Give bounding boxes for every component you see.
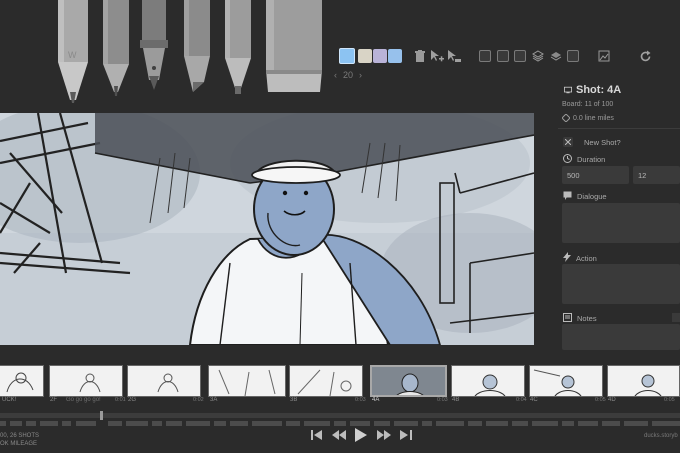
line-miles: 0.0 line miles bbox=[562, 114, 614, 122]
project-name: ducks.storyb bbox=[644, 433, 678, 439]
dialogue-label-text: Dialogue bbox=[577, 192, 607, 201]
select-add-icon[interactable] bbox=[430, 49, 444, 63]
duration-label-text: Duration bbox=[577, 155, 606, 164]
brush-size-value: 20 bbox=[343, 70, 354, 80]
dialogue-label: Dialogue bbox=[563, 191, 607, 202]
drawing-canvas[interactable] bbox=[0, 113, 534, 345]
color-swatch-1[interactable] bbox=[339, 48, 355, 64]
clock-icon bbox=[563, 154, 572, 165]
board-thumbnail[interactable] bbox=[607, 365, 680, 397]
layers-icon[interactable] bbox=[531, 49, 545, 63]
thumb-time: 0:01 bbox=[115, 397, 126, 403]
skip-to-end-icon[interactable] bbox=[398, 428, 414, 442]
shot-title: Shot: 4A bbox=[564, 84, 621, 96]
notes-label: Notes bbox=[563, 313, 597, 324]
notes-textarea[interactable] bbox=[562, 324, 680, 350]
thumb-label: 3B bbox=[290, 397, 298, 403]
notes-icon bbox=[563, 313, 572, 324]
project-mileage: OK MILEAGE bbox=[0, 441, 38, 447]
diamond-icon bbox=[562, 114, 570, 122]
color-swatch-3[interactable] bbox=[373, 49, 387, 63]
thumb-label: 4B bbox=[452, 397, 460, 403]
duration-label: Duration bbox=[563, 154, 605, 165]
skip-to-start-icon[interactable] bbox=[309, 428, 325, 442]
select-remove-icon[interactable] bbox=[447, 49, 461, 63]
size-decrease-button[interactable]: ‹ bbox=[334, 70, 337, 80]
lightning-icon bbox=[563, 252, 571, 264]
notes-label-text: Notes bbox=[577, 314, 597, 323]
layer-toggle-2[interactable] bbox=[497, 50, 509, 62]
thumb-time: 0:03 bbox=[355, 397, 366, 403]
play-icon[interactable] bbox=[353, 428, 369, 442]
layer-toggle-1[interactable] bbox=[479, 50, 491, 62]
thumb-label: 3A bbox=[210, 397, 218, 403]
thumb-caption: Go go go go! bbox=[66, 397, 101, 403]
light-pencil-tool[interactable]: W bbox=[56, 0, 90, 106]
thumb-time: 0:02 bbox=[193, 397, 204, 403]
playhead[interactable] bbox=[100, 411, 103, 420]
color-swatch-2[interactable] bbox=[358, 49, 372, 63]
monitor-icon bbox=[564, 86, 572, 94]
thumb-label: 4C bbox=[530, 397, 538, 403]
thumb-time: 0:05 bbox=[664, 397, 675, 403]
thumb-label: 2G bbox=[128, 397, 137, 403]
line-miles-text: 0.0 line miles bbox=[573, 114, 614, 122]
brush-size-control[interactable]: ‹ 20 › bbox=[334, 70, 362, 80]
tone-pencil-tool[interactable] bbox=[223, 0, 253, 98]
thumb-label: 2F bbox=[50, 397, 58, 403]
storyboard-drawing bbox=[0, 113, 534, 345]
pen-tool[interactable] bbox=[139, 0, 169, 92]
close-icon[interactable] bbox=[563, 137, 573, 147]
speech-bubble-icon bbox=[563, 191, 572, 202]
board-thumbnail-selected[interactable] bbox=[370, 365, 447, 397]
color-swatch-4[interactable] bbox=[388, 49, 402, 63]
thumb-time: 0:04 bbox=[516, 397, 527, 403]
thumb-time: 0:03 bbox=[437, 397, 448, 403]
thumb-label-selected: 4A bbox=[372, 397, 380, 403]
board-counter: Board: 11 of 100 bbox=[562, 101, 614, 108]
thumb-label: 4D bbox=[608, 397, 616, 403]
thumb-time: 0:05 bbox=[595, 397, 606, 403]
duration-ms-input[interactable]: 500 bbox=[562, 166, 629, 184]
duration-frames-input[interactable]: 12 bbox=[633, 166, 680, 184]
action-textarea[interactable] bbox=[562, 264, 680, 304]
board-thumbnail[interactable] bbox=[289, 365, 363, 397]
eraser-tool[interactable] bbox=[264, 0, 324, 96]
board-thumbnail[interactable] bbox=[49, 365, 123, 397]
pencil-tool[interactable] bbox=[101, 0, 131, 98]
new-shot-toggle[interactable]: New Shot? bbox=[563, 137, 621, 147]
brush-tool[interactable] bbox=[179, 0, 215, 94]
layer-toggle-3[interactable] bbox=[514, 50, 526, 62]
size-increase-button[interactable]: › bbox=[359, 70, 362, 80]
shot-title-text: Shot: 4A bbox=[576, 84, 622, 96]
dialogue-textarea[interactable] bbox=[562, 203, 680, 243]
board-thumbnail[interactable] bbox=[208, 365, 286, 397]
thumb-label: UCK! bbox=[2, 397, 17, 403]
action-label-text: Action bbox=[576, 253, 597, 263]
board-thumbnail[interactable] bbox=[529, 365, 603, 397]
board-thumbnail[interactable] bbox=[0, 365, 44, 397]
svg-text:W: W bbox=[68, 50, 77, 60]
new-shot-label: New Shot? bbox=[584, 137, 621, 147]
action-label: Action bbox=[563, 252, 597, 264]
notes-options-icon[interactable] bbox=[672, 313, 680, 322]
project-stats: 00, 26 SHOTS bbox=[0, 433, 40, 439]
fast-forward-icon[interactable] bbox=[376, 428, 392, 442]
scrubber-ticks bbox=[0, 421, 680, 426]
panel-divider bbox=[558, 128, 680, 129]
trash-icon[interactable] bbox=[413, 49, 427, 63]
board-thumbnail[interactable] bbox=[127, 365, 201, 397]
rewind-icon[interactable] bbox=[331, 428, 347, 442]
board-thumbnail[interactable] bbox=[451, 365, 525, 397]
